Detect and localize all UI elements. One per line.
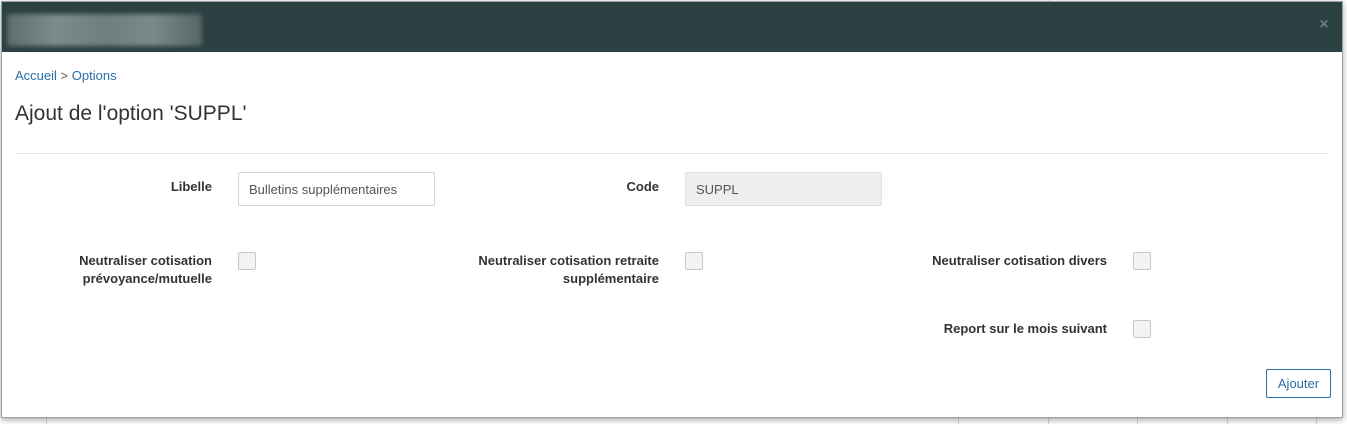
modal-header: × [2, 2, 1342, 52]
code-input [685, 172, 882, 206]
code-label: Code [626, 179, 660, 194]
neutraliser-prevoyance-label-line2: prévoyance/mutuelle [82, 271, 212, 286]
close-icon[interactable]: × [1316, 16, 1332, 34]
libelle-input[interactable] [238, 172, 435, 206]
neutraliser-retraite-label-line1: Neutraliser cotisation retraite [478, 253, 659, 268]
neutraliser-retraite-checkbox[interactable] [685, 252, 703, 270]
modal-header-title [7, 14, 202, 46]
add-option-modal: × Accueil > Options Ajout de l'option 'S… [1, 1, 1343, 418]
page-title: Ajout de l'option 'SUPPL' [15, 102, 247, 125]
neutraliser-retraite-label: Neutraliser cotisation retraite suppléme… [442, 252, 659, 288]
ajouter-button[interactable]: Ajouter [1266, 369, 1331, 398]
libelle-label: Libelle [170, 179, 212, 194]
neutraliser-prevoyance-checkbox[interactable] [238, 252, 256, 270]
neutraliser-divers-checkbox[interactable] [1133, 252, 1151, 270]
breadcrumb: Accueil > Options [15, 68, 117, 83]
neutraliser-prevoyance-label: Neutraliser cotisation prévoyance/mutuel… [42, 252, 212, 288]
neutraliser-retraite-label-line2: supplémentaire [562, 271, 659, 286]
neutraliser-divers-label: Neutraliser cotisation divers [932, 253, 1107, 268]
header-divider [15, 153, 1329, 154]
neutraliser-prevoyance-label-line1: Neutraliser cotisation [79, 253, 212, 268]
breadcrumb-options-link[interactable]: Options [72, 68, 117, 83]
breadcrumb-separator: > [60, 68, 69, 83]
report-mois-label: Report sur le mois suivant [943, 321, 1107, 336]
breadcrumb-home-link[interactable]: Accueil [15, 68, 57, 83]
report-mois-checkbox[interactable] [1133, 320, 1151, 338]
